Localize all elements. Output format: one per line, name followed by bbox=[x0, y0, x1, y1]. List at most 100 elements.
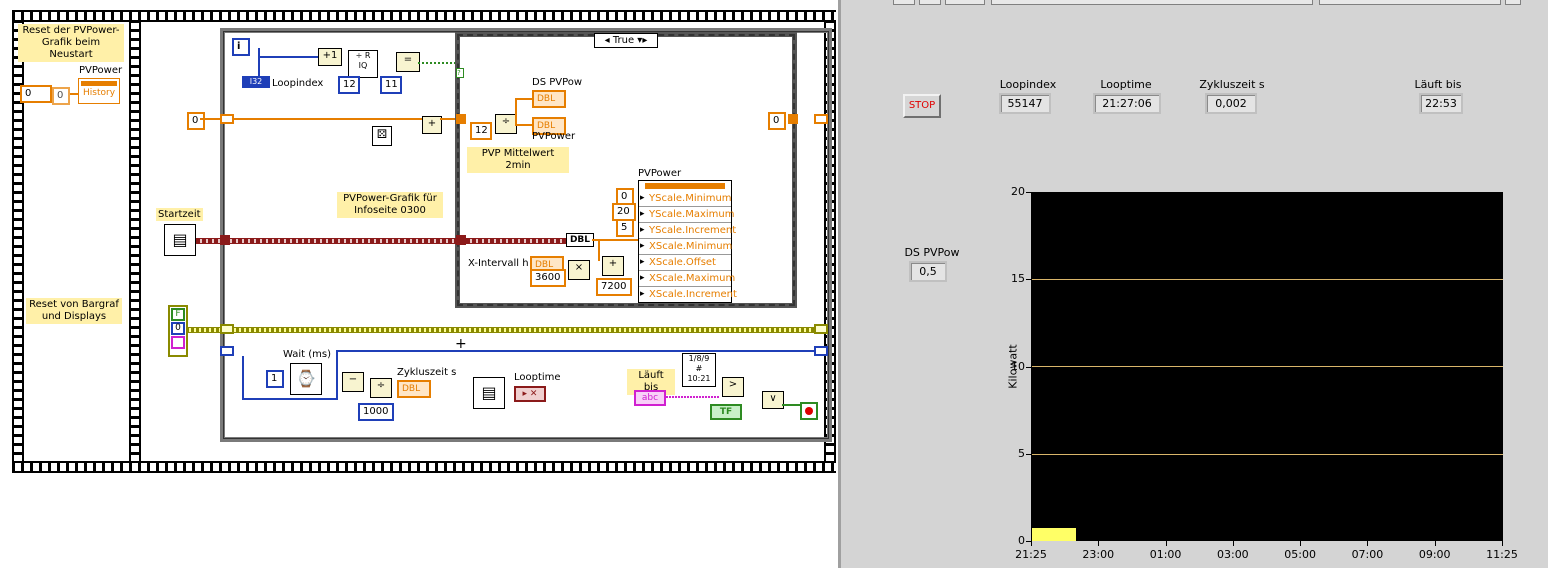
y-tick-label: 0 bbox=[1018, 534, 1025, 547]
case-selector[interactable]: ◂ True ▾▸ bbox=[594, 33, 658, 48]
toolbar-button-2[interactable] bbox=[919, 0, 941, 5]
quotient-remainder-node[interactable]: ÷ R IQ bbox=[348, 50, 378, 78]
zykluszeit-indicator: DBL bbox=[397, 380, 431, 398]
x-tick-label: 11:25 bbox=[1486, 548, 1518, 561]
x-tick-label: 01:00 bbox=[1149, 548, 1182, 561]
const-1000[interactable]: 1000 bbox=[358, 403, 394, 421]
shift-register-right[interactable] bbox=[814, 114, 828, 124]
x-tick-mark bbox=[1502, 541, 1503, 546]
looptime-indicator: 21:27:06 bbox=[1093, 93, 1161, 114]
zykluszeit-label: Zykluszeit s bbox=[397, 367, 457, 378]
divide-node-timing[interactable]: ÷ bbox=[370, 378, 392, 398]
pvpower-property-node[interactable]: YScale.Minimum YScale.Maximum YScale.Inc… bbox=[638, 180, 737, 303]
increment-node[interactable]: +1 bbox=[318, 48, 342, 66]
divide-to-ds-wire bbox=[515, 98, 517, 126]
sequence-frame-bottom bbox=[12, 461, 836, 473]
get-time-icon[interactable]: ▤ bbox=[473, 377, 505, 409]
case-right-arrow-icon[interactable]: ▾▸ bbox=[637, 35, 647, 46]
shift-wire-main bbox=[234, 118, 424, 120]
shift-const-right[interactable]: 0 bbox=[768, 112, 786, 130]
zykluszeit-label: Zykluszeit s bbox=[1199, 78, 1265, 91]
timestamp-wire bbox=[196, 238, 566, 244]
sequence-frame-divider bbox=[129, 20, 141, 461]
shift-const-left[interactable]: 0 bbox=[187, 112, 205, 130]
format-time-node[interactable]: 1/8/9 #10:21 bbox=[682, 353, 716, 387]
divide-out-wire2 bbox=[515, 124, 533, 126]
greater-node[interactable]: > bbox=[722, 377, 744, 397]
toolbar-button-6[interactable] bbox=[1505, 0, 1521, 5]
x-tick-label: 03:00 bbox=[1216, 548, 1249, 561]
timestamp-icon[interactable]: ▤ bbox=[164, 224, 196, 256]
grafik-label: PVPower-Grafik für Infoseite 0300 bbox=[337, 192, 443, 218]
cluster-shift-right[interactable] bbox=[814, 324, 828, 334]
equal-node[interactable]: = bbox=[396, 52, 420, 72]
wait-ms-icon[interactable]: ⌚ bbox=[290, 363, 322, 395]
property-node-header bbox=[645, 183, 725, 189]
x-tick-mark bbox=[1165, 541, 1167, 546]
prop-yscale-inc[interactable]: YScale.Increment bbox=[639, 223, 736, 239]
bool-f-value: F bbox=[171, 308, 185, 321]
toolbar-button-1[interactable] bbox=[893, 0, 915, 5]
to-dbl-node[interactable]: DBL bbox=[566, 233, 594, 247]
wait-label: Wait (ms) bbox=[283, 349, 332, 360]
or-node[interactable]: ∨ bbox=[762, 391, 784, 409]
case-left-arrow-icon[interactable]: ◂ bbox=[605, 35, 610, 46]
laeuft-bis-control[interactable]: abc bbox=[634, 390, 666, 406]
toolbar-button-5[interactable] bbox=[1319, 0, 1501, 5]
subtract-node[interactable]: − bbox=[342, 372, 364, 392]
case-tunnel-out bbox=[788, 114, 798, 124]
x-tick-mark bbox=[1098, 541, 1100, 546]
pvpower-property-title: PVPower bbox=[638, 168, 682, 179]
prop-xscale-offset[interactable]: XScale.Offset bbox=[639, 255, 731, 271]
prop-xscale-max[interactable]: XScale.Maximum bbox=[639, 271, 735, 287]
timing-wire-mid-v bbox=[336, 350, 338, 400]
x-tick-mark bbox=[1031, 541, 1032, 546]
prop-xscale-min[interactable]: XScale.Minimum bbox=[639, 239, 732, 255]
loopindex-label: Loopindex bbox=[272, 78, 324, 89]
add-node-x[interactable]: + bbox=[602, 256, 624, 276]
timing-shift-right[interactable] bbox=[814, 346, 828, 356]
gridline-15 bbox=[1032, 279, 1503, 280]
loop-iteration-terminal: i bbox=[232, 38, 250, 56]
ds-pvpow-indicator: 0,5 bbox=[909, 261, 947, 282]
reset-const2[interactable]: 0 bbox=[52, 87, 70, 105]
random-dice-icon[interactable]: ⚄ bbox=[372, 126, 392, 146]
bool-cluster-control[interactable]: F 0 bbox=[168, 305, 188, 357]
pvpower-history-node[interactable]: History bbox=[78, 78, 120, 104]
front-panel: STOP Loopindex 55147 Looptime 21:27:06 Z… bbox=[838, 0, 1548, 568]
x-tick-mark bbox=[1367, 541, 1369, 546]
const-1[interactable]: 1 bbox=[266, 370, 284, 388]
bool-string-value bbox=[171, 336, 185, 349]
x-tick-label: 21:25 bbox=[1015, 548, 1047, 561]
prop-yscale-max[interactable]: YScale.Maximum bbox=[639, 207, 734, 223]
multiply-node[interactable]: × bbox=[568, 260, 590, 280]
bool-0-value: 0 bbox=[171, 322, 185, 335]
const-7200[interactable]: 7200 bbox=[596, 278, 632, 296]
divide-node[interactable]: ÷ bbox=[495, 114, 517, 134]
const-12a[interactable]: 12 bbox=[338, 76, 360, 94]
prop-xscale-inc[interactable]: XScale.Increment bbox=[639, 287, 737, 302]
prop-yscale-min[interactable]: YScale.Minimum bbox=[639, 191, 732, 207]
reset-const[interactable]: 0 bbox=[20, 85, 52, 103]
toolbar-button-4[interactable] bbox=[991, 0, 1313, 5]
dbl-down-wire bbox=[598, 239, 600, 261]
const-3600[interactable]: 3600 bbox=[530, 269, 566, 287]
pvpower-chart[interactable] bbox=[1031, 192, 1503, 541]
timing-wire-bottom bbox=[242, 398, 336, 400]
const-12b[interactable]: 12 bbox=[470, 122, 492, 140]
shift-register-left[interactable] bbox=[220, 114, 234, 124]
const-11[interactable]: 11 bbox=[380, 76, 402, 94]
add-node-random[interactable]: + bbox=[422, 116, 442, 134]
bool-wire bbox=[418, 62, 458, 64]
stop-button[interactable]: STOP bbox=[903, 94, 941, 118]
looptime-label: Looptime bbox=[514, 372, 561, 383]
prop-const-5[interactable]: 5 bbox=[616, 219, 634, 237]
i32-indicator: I32 bbox=[242, 76, 270, 88]
toolbar-button-3[interactable] bbox=[945, 0, 985, 5]
y-tick-mark bbox=[1026, 366, 1031, 368]
cluster-shift-left[interactable] bbox=[220, 324, 234, 334]
y-tick-mark bbox=[1026, 192, 1031, 193]
tf-constant[interactable]: TF bbox=[710, 404, 742, 420]
timing-shift-left[interactable] bbox=[220, 346, 234, 356]
gridline-10 bbox=[1032, 366, 1503, 367]
